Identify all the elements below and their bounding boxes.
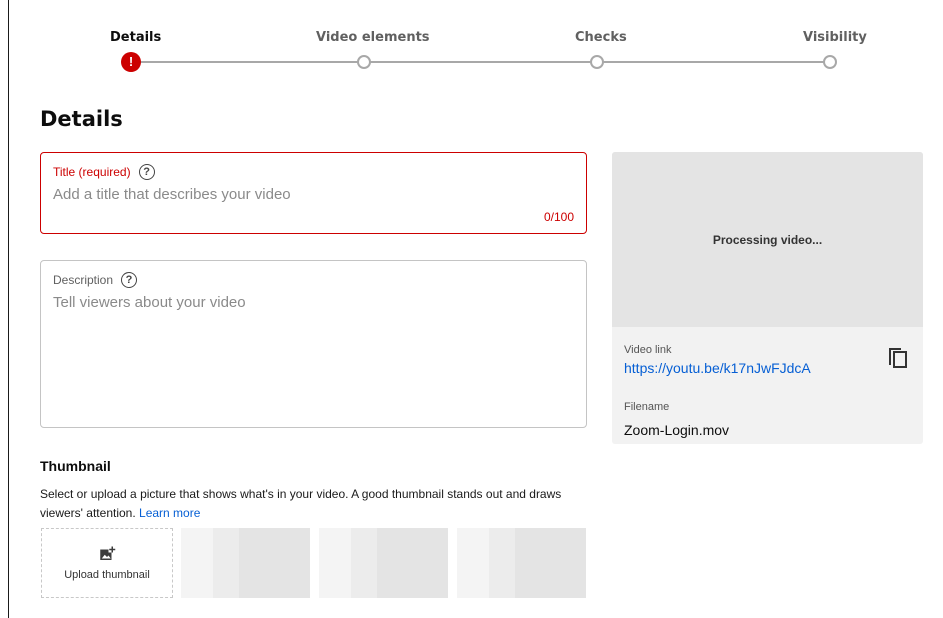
title-field-label-row: Title (required) ? — [53, 164, 155, 180]
auto-thumbnail-3[interactable] — [457, 528, 586, 598]
copy-icon[interactable] — [887, 345, 909, 369]
title-field[interactable]: Title (required) ? 0/100 — [40, 152, 587, 234]
description-field[interactable]: Description ? — [40, 260, 587, 428]
auto-thumbnail-1[interactable] — [181, 528, 310, 598]
step-video-elements-dot[interactable] — [357, 55, 371, 69]
step-checks-dot[interactable] — [590, 55, 604, 69]
help-circle-icon[interactable]: ? — [138, 164, 155, 180]
page-title: Details — [40, 107, 123, 131]
stepper-track — [131, 61, 832, 63]
step-details-error-icon[interactable]: ! — [121, 52, 141, 72]
help-circle-icon[interactable]: ? — [121, 272, 138, 288]
filename-label: Filename — [624, 401, 670, 413]
video-link[interactable]: https://youtu.be/k17nJwFJdcA — [624, 360, 811, 376]
video-link-label: Video link — [624, 344, 672, 356]
upload-thumbnail-button[interactable]: Upload thumbnail — [41, 528, 173, 598]
video-preview-card: Processing video... Video link https://y… — [612, 152, 923, 444]
add-photo-icon — [100, 546, 116, 560]
description-input[interactable] — [53, 294, 573, 414]
title-field-label: Title (required) — [53, 165, 131, 179]
filename-value: Zoom-Login.mov — [624, 422, 730, 438]
upload-thumbnail-label: Upload thumbnail — [64, 569, 150, 581]
thumbnail-description: Select or upload a picture that shows wh… — [40, 485, 600, 523]
learn-more-link[interactable]: Learn more — [139, 506, 200, 520]
step-video-elements-label[interactable]: Video elements — [316, 30, 430, 45]
processing-status: Processing video... — [712, 233, 823, 247]
title-input[interactable] — [53, 186, 573, 203]
thumbnail-heading: Thumbnail — [40, 458, 111, 474]
video-preview-area: Processing video... — [612, 152, 923, 327]
description-field-label-row: Description ? — [53, 272, 138, 288]
step-visibility-label[interactable]: Visibility — [803, 30, 867, 45]
auto-thumbnail-2[interactable] — [319, 528, 448, 598]
thumbnail-description-text: Select or upload a picture that shows wh… — [40, 487, 562, 520]
title-char-counter: 0/100 — [543, 210, 574, 224]
step-checks-label[interactable]: Checks — [575, 30, 627, 45]
step-details-label[interactable]: Details — [110, 30, 161, 45]
description-field-label: Description — [53, 273, 114, 287]
step-visibility-dot[interactable] — [823, 55, 837, 69]
